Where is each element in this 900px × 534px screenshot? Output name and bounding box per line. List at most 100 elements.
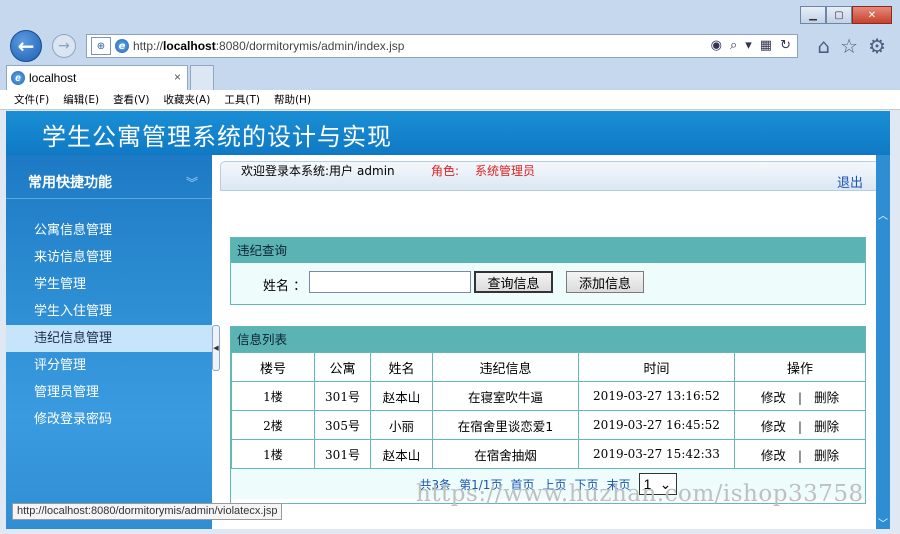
query-panel-title: 违纪查询: [231, 238, 865, 263]
sidebar-item-violation[interactable]: 违纪信息管理: [6, 325, 212, 352]
double-chevron-down-icon[interactable]: ︾: [186, 174, 198, 191]
cell-info: 在宿舍里谈恋爱1: [432, 410, 579, 440]
sidebar-collapse-handle[interactable]: ◀: [212, 325, 220, 371]
add-button[interactable]: 添加信息: [566, 271, 644, 293]
cell-building: 2楼: [231, 410, 315, 440]
ie-page-icon: e: [115, 39, 129, 53]
delete-link[interactable]: 删除: [814, 448, 839, 463]
sidebar-menu: 公寓信息管理 来访信息管理 学生管理 学生入住管理 违纪信息管理 评分管理 管理…: [6, 217, 212, 433]
cell-name: 赵本山: [370, 381, 433, 411]
sidebar-item-score[interactable]: 评分管理: [6, 352, 212, 379]
table-row: 1楼 301号 赵本山 在宿舍抽烟 2019-03-27 15:42:33 修改…: [231, 439, 866, 469]
watermark-text: https://www.huzhan.com/ishop33758: [416, 481, 864, 507]
menu-help[interactable]: 帮助(H): [274, 92, 311, 107]
cell-building: 1楼: [231, 381, 315, 411]
search-button[interactable]: 查询信息: [474, 271, 553, 293]
back-button[interactable]: ←: [10, 30, 42, 62]
cell-info: 在寝室吹牛逼: [432, 381, 579, 411]
menu-tools[interactable]: 工具(T): [224, 92, 260, 107]
col-room: 公寓: [314, 352, 371, 382]
scroll-down-icon[interactable]: ﹀: [876, 515, 890, 530]
sidebar-item-apartment[interactable]: 公寓信息管理: [6, 217, 212, 244]
col-time: 时间: [578, 352, 735, 382]
page-scrollbar[interactable]: ︿ ﹀: [876, 155, 890, 529]
cell-time: 2019-03-27 16:45:52: [578, 410, 735, 440]
cell-name: 赵本山: [370, 439, 433, 469]
action-separator: |: [797, 418, 803, 434]
browser-toolbar-icons: ⌂ ☆ ⚙: [817, 34, 886, 58]
address-bar-icons: ◉ ⌕ ▾ ▦ ↻: [711, 38, 791, 53]
menu-file[interactable]: 文件(F): [14, 92, 49, 107]
ie-tab-icon: e: [11, 71, 25, 85]
sidebar-item-password[interactable]: 修改登录密码: [6, 406, 212, 433]
maximize-button[interactable]: ▢: [826, 6, 852, 24]
delete-link[interactable]: 删除: [814, 390, 839, 405]
logout-link[interactable]: 退出: [837, 172, 863, 191]
triangle-left-icon: ◀: [213, 344, 219, 352]
cell-actions: 修改 | 删除: [734, 381, 866, 411]
sidebar-item-visitor[interactable]: 来访信息管理: [6, 244, 212, 271]
cell-time: 2019-03-27 15:42:33: [578, 439, 735, 469]
sidebar-item-student[interactable]: 学生管理: [6, 271, 212, 298]
table-header-row: 楼号 公寓 姓名 违纪信息 时间 操作: [231, 352, 866, 382]
arrow-left-icon: ←: [17, 34, 35, 58]
col-building: 楼号: [231, 352, 315, 382]
cell-actions: 修改 | 删除: [734, 439, 866, 469]
gear-icon[interactable]: ⚙: [868, 34, 886, 58]
minimize-button[interactable]: ▁: [800, 6, 826, 24]
site-title: 学生公寓管理系统的设计与实现: [42, 123, 392, 151]
action-separator: |: [797, 447, 803, 463]
violation-table: 楼号 公寓 姓名 违纪信息 时间 操作 1楼 301号 赵本山 在寝室吹牛逼 2…: [231, 352, 866, 469]
delete-link[interactable]: 删除: [814, 419, 839, 434]
sidebar: 常用快捷功能 ︾ 公寓信息管理 来访信息管理 学生管理 学生入住管理 违纪信息管…: [6, 155, 212, 529]
action-separator: |: [797, 389, 803, 405]
edit-link[interactable]: 修改: [761, 448, 786, 463]
main-content: 欢迎登录本系统:用户 admin 角色: 系统管理员 退出 违纪查询 姓名 ： 查…: [220, 155, 890, 529]
col-name: 姓名: [370, 352, 433, 382]
table-row: 2楼 305号 小丽 在宿舍里谈恋爱1 2019-03-27 16:45:52 …: [231, 410, 866, 440]
window-titlebar: ▁ ▢ ✕: [0, 0, 900, 30]
cell-actions: 修改 | 删除: [734, 410, 866, 440]
favorites-star-icon[interactable]: ☆: [840, 34, 858, 58]
browser-navbar: ← → ⊕ e http://localhost:8080/dormitorym…: [0, 30, 900, 64]
cell-room: 301号: [314, 381, 371, 411]
refresh-icon[interactable]: ↻: [780, 38, 791, 53]
name-input[interactable]: [309, 271, 471, 293]
user-bar: 欢迎登录本系统:用户 admin 角色: 系统管理员 退出: [220, 161, 880, 191]
compat-view-icon[interactable]: ▦: [760, 38, 772, 53]
window-controls: ▁ ▢ ✕: [800, 6, 892, 24]
cell-room: 301号: [314, 439, 371, 469]
menu-view[interactable]: 查看(V): [113, 92, 149, 107]
sidebar-heading: 常用快捷功能: [28, 175, 112, 191]
query-form: 姓名 ： 查询信息 添加信息: [231, 263, 865, 304]
sidebar-item-checkin[interactable]: 学生入住管理: [6, 298, 212, 325]
close-tab-icon[interactable]: ×: [174, 70, 181, 84]
welcome-text: 欢迎登录本系统:用户 admin: [241, 164, 395, 178]
menu-edit[interactable]: 编辑(E): [63, 92, 99, 107]
browser-tab[interactable]: e localhost ×: [6, 65, 188, 90]
cell-time: 2019-03-27 13:16:52: [578, 381, 735, 411]
forward-button[interactable]: →: [52, 34, 76, 58]
cell-info: 在宿舍抽烟: [432, 439, 579, 469]
new-tab-button[interactable]: [190, 65, 214, 90]
menu-favorites[interactable]: 收藏夹(A): [163, 92, 210, 107]
address-url[interactable]: http://localhost:8080/dormitorymis/admin…: [133, 39, 404, 53]
search-icon[interactable]: ⌕: [730, 38, 737, 53]
compat-dropdown-icon[interactable]: ⊕: [91, 37, 111, 55]
sidebar-item-admin[interactable]: 管理员管理: [6, 379, 212, 406]
scroll-up-icon[interactable]: ︿: [876, 207, 890, 222]
browser-tabbar: e localhost ×: [0, 64, 900, 90]
chevron-down-icon[interactable]: ▾: [745, 38, 752, 53]
tab-title: localhost: [29, 71, 77, 85]
addon-icon[interactable]: ◉: [711, 38, 722, 53]
address-bar[interactable]: ⊕ e http://localhost:8080/dormitorymis/a…: [86, 34, 798, 58]
sidebar-header[interactable]: 常用快捷功能 ︾: [6, 163, 212, 199]
query-panel: 违纪查询 姓名 ： 查询信息 添加信息: [230, 237, 866, 305]
edit-link[interactable]: 修改: [761, 390, 786, 405]
role-label: 角色:: [431, 164, 460, 178]
edit-link[interactable]: 修改: [761, 419, 786, 434]
username: admin: [357, 164, 395, 178]
close-window-button[interactable]: ✕: [852, 6, 892, 24]
site-banner: 学生公寓管理系统的设计与实现: [6, 111, 890, 155]
home-icon[interactable]: ⌂: [817, 34, 830, 58]
